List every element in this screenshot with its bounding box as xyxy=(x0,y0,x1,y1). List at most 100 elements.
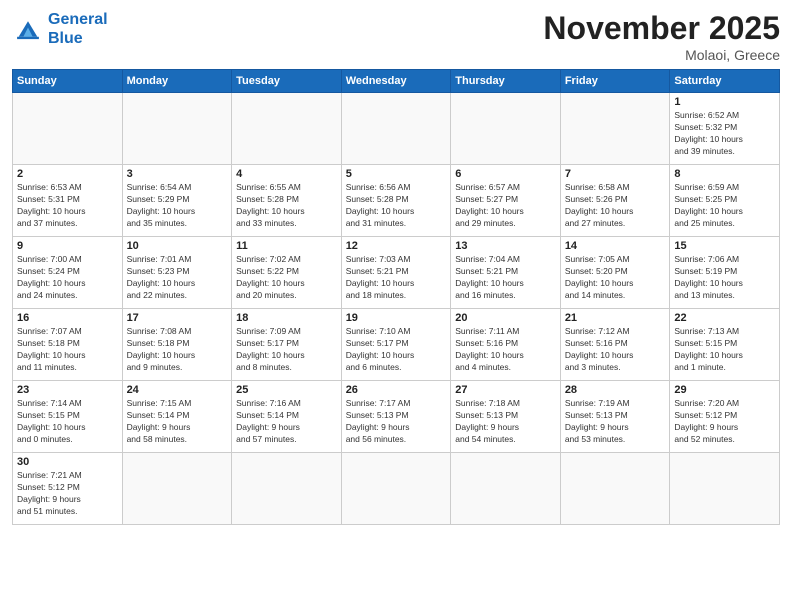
day-info: Sunrise: 7:03 AM Sunset: 5:21 PM Dayligh… xyxy=(346,254,447,302)
day-cell xyxy=(122,453,232,525)
weekday-monday: Monday xyxy=(122,70,232,93)
day-cell xyxy=(560,93,670,165)
day-cell: 11 Sunrise: 7:02 AM Sunset: 5:22 PM Dayli… xyxy=(232,237,342,309)
day-info: Sunrise: 7:00 AM Sunset: 5:24 PM Dayligh… xyxy=(17,254,118,302)
day-cell: 29 Sunrise: 7:20 AM Sunset: 5:12 PM Dayli… xyxy=(670,381,780,453)
day-cell: 3Sunrise: 6:54 AM Sunset: 5:29 PM Daylig… xyxy=(122,165,232,237)
day-number: 30 xyxy=(17,456,118,468)
weekday-wednesday: Wednesday xyxy=(341,70,451,93)
day-number: 16 xyxy=(17,312,118,324)
day-cell: 12 Sunrise: 7:03 AM Sunset: 5:21 PM Dayli… xyxy=(341,237,451,309)
day-number: 18 xyxy=(236,312,337,324)
day-number: 22 xyxy=(674,312,775,324)
day-cell: 10 Sunrise: 7:01 AM Sunset: 5:23 PM Dayli… xyxy=(122,237,232,309)
day-cell: 5 Sunrise: 6:56 AM Sunset: 5:28 PM Daylig… xyxy=(341,165,451,237)
day-info: Sunrise: 7:10 AM Sunset: 5:17 PM Dayligh… xyxy=(346,326,447,374)
day-cell: 20 Sunrise: 7:11 AM Sunset: 5:16 PM Dayli… xyxy=(451,309,561,381)
day-info: Sunrise: 7:13 AM Sunset: 5:15 PM Dayligh… xyxy=(674,326,775,374)
day-cell: 4 Sunrise: 6:55 AM Sunset: 5:28 PM Daylig… xyxy=(232,165,342,237)
day-number: 28 xyxy=(565,384,666,396)
day-info: Sunrise: 7:02 AM Sunset: 5:22 PM Dayligh… xyxy=(236,254,337,302)
day-info: Sunrise: 7:09 AM Sunset: 5:17 PM Dayligh… xyxy=(236,326,337,374)
day-cell: 16 Sunrise: 7:07 AM Sunset: 5:18 PM Dayli… xyxy=(13,309,123,381)
day-cell: 8 Sunrise: 6:59 AM Sunset: 5:25 PM Daylig… xyxy=(670,165,780,237)
day-cell: 2Sunrise: 6:53 AM Sunset: 5:31 PM Daylig… xyxy=(13,165,123,237)
logo-blue: Blue xyxy=(48,30,83,47)
day-number: 7 xyxy=(565,168,666,180)
calendar: SundayMondayTuesdayWednesdayThursdayFrid… xyxy=(12,69,780,525)
day-cell xyxy=(232,453,342,525)
day-number: 23 xyxy=(17,384,118,396)
day-info: Sunrise: 7:15 AM Sunset: 5:14 PM Dayligh… xyxy=(127,398,228,446)
day-number: 21 xyxy=(565,312,666,324)
title-area: November 2025 Molaoi, Greece xyxy=(543,10,780,63)
day-cell xyxy=(341,453,451,525)
calendar-body: 1 Sunrise: 6:52 AM Sunset: 5:32 PM Daylig… xyxy=(13,93,780,525)
day-number: 8 xyxy=(674,168,775,180)
day-info: Sunrise: 6:53 AM Sunset: 5:31 PM Dayligh… xyxy=(17,182,118,230)
day-info: Sunrise: 7:14 AM Sunset: 5:15 PM Dayligh… xyxy=(17,398,118,446)
day-cell: 26Sunrise: 7:17 AM Sunset: 5:13 PM Dayli… xyxy=(341,381,451,453)
day-number: 20 xyxy=(455,312,556,324)
day-number: 1 xyxy=(674,96,775,108)
day-cell xyxy=(560,453,670,525)
week-row-3: 16 Sunrise: 7:07 AM Sunset: 5:18 PM Dayli… xyxy=(13,309,780,381)
day-cell: 6Sunrise: 6:57 AM Sunset: 5:27 PM Daylig… xyxy=(451,165,561,237)
day-info: Sunrise: 7:08 AM Sunset: 5:18 PM Dayligh… xyxy=(127,326,228,374)
weekday-row: SundayMondayTuesdayWednesdayThursdayFrid… xyxy=(13,70,780,93)
day-info: Sunrise: 7:18 AM Sunset: 5:13 PM Dayligh… xyxy=(455,398,556,446)
day-info: Sunrise: 6:52 AM Sunset: 5:32 PM Dayligh… xyxy=(674,110,775,158)
day-number: 29 xyxy=(674,384,775,396)
logo: General Blue xyxy=(12,10,108,48)
day-info: Sunrise: 7:21 AM Sunset: 5:12 PM Dayligh… xyxy=(17,470,118,518)
day-number: 24 xyxy=(127,384,228,396)
day-info: Sunrise: 6:56 AM Sunset: 5:28 PM Dayligh… xyxy=(346,182,447,230)
day-info: Sunrise: 6:54 AM Sunset: 5:29 PM Dayligh… xyxy=(127,182,228,230)
day-cell xyxy=(451,453,561,525)
day-number: 25 xyxy=(236,384,337,396)
day-cell: 15Sunrise: 7:06 AM Sunset: 5:19 PM Dayli… xyxy=(670,237,780,309)
day-info: Sunrise: 7:07 AM Sunset: 5:18 PM Dayligh… xyxy=(17,326,118,374)
day-info: Sunrise: 7:05 AM Sunset: 5:20 PM Dayligh… xyxy=(565,254,666,302)
calendar-header: SundayMondayTuesdayWednesdayThursdayFrid… xyxy=(13,70,780,93)
day-number: 4 xyxy=(236,168,337,180)
day-cell: 19 Sunrise: 7:10 AM Sunset: 5:17 PM Dayli… xyxy=(341,309,451,381)
day-number: 11 xyxy=(236,240,337,252)
day-info: Sunrise: 6:57 AM Sunset: 5:27 PM Dayligh… xyxy=(455,182,556,230)
day-cell: 25Sunrise: 7:16 AM Sunset: 5:14 PM Dayli… xyxy=(232,381,342,453)
month-title: November 2025 xyxy=(543,10,780,47)
week-row-5: 30 Sunrise: 7:21 AM Sunset: 5:12 PM Dayli… xyxy=(13,453,780,525)
week-row-2: 9 Sunrise: 7:00 AM Sunset: 5:24 PM Daylig… xyxy=(13,237,780,309)
day-number: 5 xyxy=(346,168,447,180)
day-cell: 18 Sunrise: 7:09 AM Sunset: 5:17 PM Dayli… xyxy=(232,309,342,381)
day-info: Sunrise: 7:11 AM Sunset: 5:16 PM Dayligh… xyxy=(455,326,556,374)
day-info: Sunrise: 7:01 AM Sunset: 5:23 PM Dayligh… xyxy=(127,254,228,302)
day-number: 12 xyxy=(346,240,447,252)
day-info: Sunrise: 7:20 AM Sunset: 5:12 PM Dayligh… xyxy=(674,398,775,446)
day-number: 27 xyxy=(455,384,556,396)
weekday-tuesday: Tuesday xyxy=(232,70,342,93)
day-number: 13 xyxy=(455,240,556,252)
day-number: 19 xyxy=(346,312,447,324)
weekday-sunday: Sunday xyxy=(13,70,123,93)
day-cell: 7 Sunrise: 6:58 AM Sunset: 5:26 PM Daylig… xyxy=(560,165,670,237)
day-cell xyxy=(670,453,780,525)
day-cell: 21Sunrise: 7:12 AM Sunset: 5:16 PM Dayli… xyxy=(560,309,670,381)
day-cell: 17 Sunrise: 7:08 AM Sunset: 5:18 PM Dayli… xyxy=(122,309,232,381)
day-cell: 14Sunrise: 7:05 AM Sunset: 5:20 PM Dayli… xyxy=(560,237,670,309)
week-row-4: 23 Sunrise: 7:14 AM Sunset: 5:15 PM Dayli… xyxy=(13,381,780,453)
day-number: 10 xyxy=(127,240,228,252)
day-cell xyxy=(232,93,342,165)
page: General Blue November 2025 Molaoi, Greec… xyxy=(0,0,792,612)
location: Molaoi, Greece xyxy=(543,47,780,63)
logo-text: General Blue xyxy=(48,10,108,48)
logo-general: General xyxy=(48,11,108,28)
day-number: 17 xyxy=(127,312,228,324)
weekday-thursday: Thursday xyxy=(451,70,561,93)
day-info: Sunrise: 6:55 AM Sunset: 5:28 PM Dayligh… xyxy=(236,182,337,230)
day-info: Sunrise: 6:59 AM Sunset: 5:25 PM Dayligh… xyxy=(674,182,775,230)
day-cell: 9 Sunrise: 7:00 AM Sunset: 5:24 PM Daylig… xyxy=(13,237,123,309)
day-info: Sunrise: 7:06 AM Sunset: 5:19 PM Dayligh… xyxy=(674,254,775,302)
day-number: 9 xyxy=(17,240,118,252)
day-info: Sunrise: 6:58 AM Sunset: 5:26 PM Dayligh… xyxy=(565,182,666,230)
